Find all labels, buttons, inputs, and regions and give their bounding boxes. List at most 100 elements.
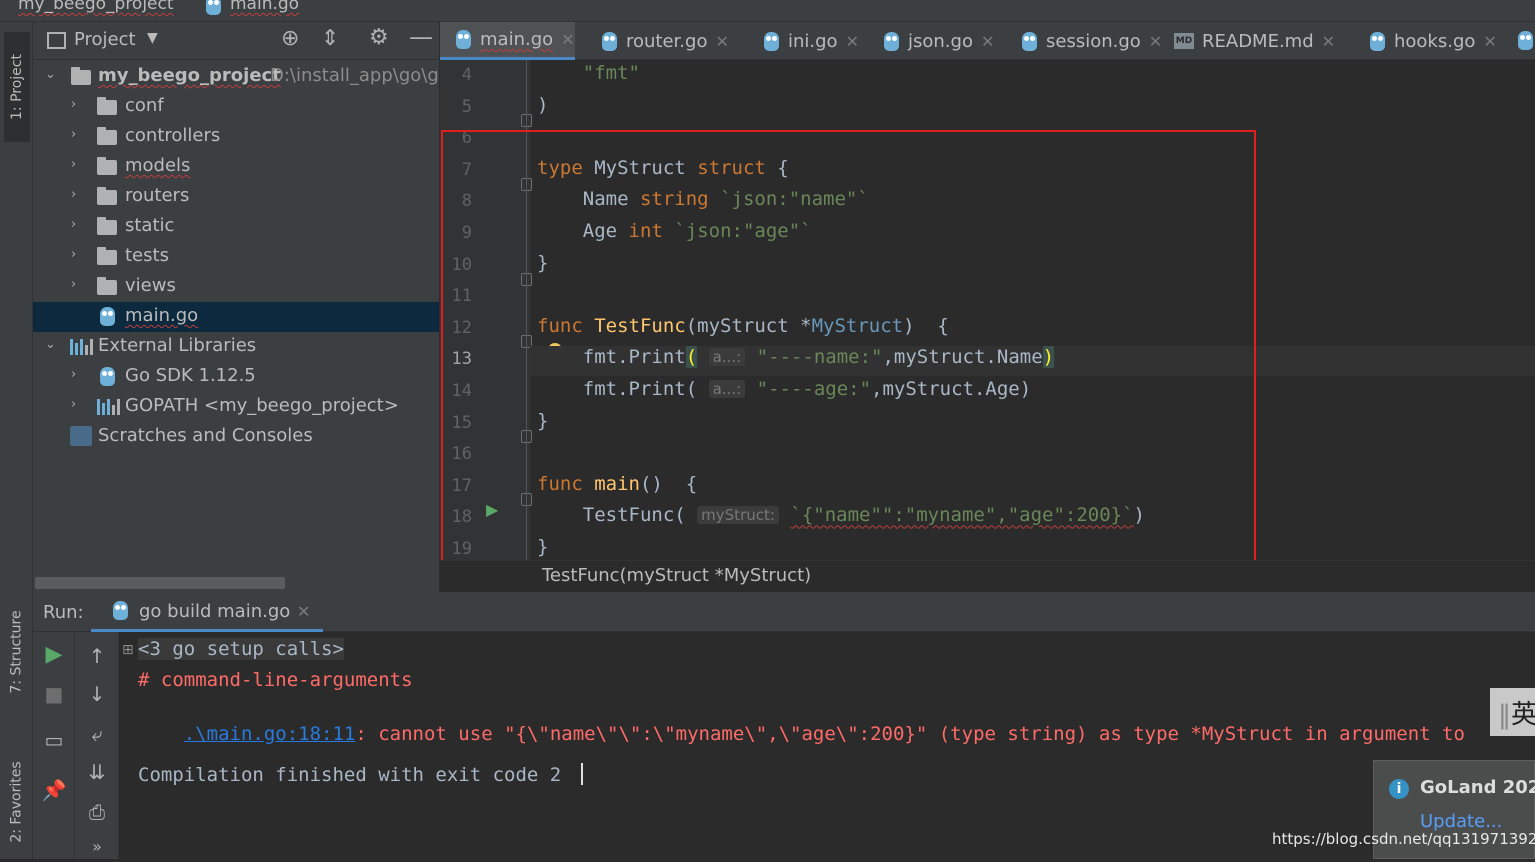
tab-main-go[interactable]: main.go ✕ bbox=[440, 22, 575, 60]
tab-label: router.go bbox=[626, 30, 708, 52]
gopher-icon[interactable] bbox=[1518, 31, 1533, 50]
close-icon[interactable]: ✕ bbox=[1322, 32, 1335, 51]
editor-tab-bar: main.go ✕ router.go ✕ ini.go ✕ json.go ✕ session… bbox=[440, 22, 1535, 60]
tab-hooks-go[interactable]: hooks.go ✕ bbox=[1354, 22, 1497, 60]
run-panel: Run: go build main.go ✕ ▶ ■ ▭ 📌 ↑ ↓ ⤶ ⇊ … bbox=[33, 592, 1535, 859]
tab-router-go[interactable]: router.go ✕ bbox=[586, 22, 729, 60]
close-icon[interactable]: ✕ bbox=[715, 32, 728, 51]
error-message: : cannot use "{\"name\"\":\"myname\",\"a… bbox=[355, 723, 1465, 745]
tab-readme-md[interactable]: MD README.md ✕ bbox=[1158, 22, 1335, 60]
chevron-right-icon[interactable]: › bbox=[71, 187, 76, 202]
tree-folder-routers[interactable]: › routers bbox=[33, 182, 439, 212]
chevron-right-icon[interactable]: › bbox=[71, 217, 76, 232]
run-config-tab[interactable]: go build main.go ✕ bbox=[91, 592, 323, 632]
chevron-down-icon[interactable]: ⌄ bbox=[45, 67, 56, 82]
project-tool-tab[interactable]: 1: Project bbox=[4, 32, 30, 142]
run-toolbar-secondary: ↑ ↓ ⤶ ⇊ ⎙ » bbox=[75, 632, 119, 859]
chevron-right-icon[interactable]: › bbox=[71, 397, 76, 412]
gopher-icon bbox=[100, 367, 115, 386]
expand-icon[interactable]: ⊞ bbox=[122, 642, 134, 658]
favorites-tool-tab[interactable]: 2: Favorites bbox=[4, 742, 30, 862]
layout-icon[interactable]: ▭ bbox=[39, 728, 69, 752]
arrow-up-icon[interactable]: ↑ bbox=[82, 644, 112, 668]
update-link[interactable]: Update... bbox=[1420, 811, 1502, 832]
notification-title: GoLand 2021 bbox=[1420, 777, 1535, 798]
tree-scratches[interactable]: Scratches and Consoles bbox=[33, 422, 439, 452]
hide-panel-icon[interactable]: — bbox=[409, 23, 433, 51]
tree-folder-models[interactable]: › models bbox=[33, 152, 439, 182]
collapse-all-icon[interactable]: ⇕ bbox=[321, 26, 339, 51]
tree-folder-views[interactable]: › views bbox=[33, 272, 439, 302]
folder-icon bbox=[97, 157, 117, 175]
tree-gopath-label: GOPATH <my_beego_project> bbox=[125, 395, 399, 416]
close-icon[interactable]: ✕ bbox=[846, 32, 859, 51]
tree-gopath[interactable]: › GOPATH <my_beego_project> bbox=[33, 392, 439, 422]
code-line[interactable]: "fmt" bbox=[537, 62, 640, 92]
chevron-right-icon[interactable]: › bbox=[71, 127, 76, 142]
tab-json-go[interactable]: json.go ✕ bbox=[868, 22, 994, 60]
console-error-line: .\main.go:18:11: cannot use "{\"name\"\"… bbox=[138, 701, 1465, 767]
tab-ini-go[interactable]: ini.go ✕ bbox=[748, 22, 859, 60]
print-icon[interactable]: ⎙ bbox=[82, 800, 112, 824]
folder-icon bbox=[97, 127, 117, 145]
tree-go-sdk[interactable]: › Go SDK 1.12.5 bbox=[33, 362, 439, 392]
info-icon: i bbox=[1389, 779, 1409, 799]
ime-char: 英 bbox=[1511, 700, 1535, 730]
tree-file-main-go[interactable]: main.go bbox=[33, 302, 439, 332]
gear-icon[interactable]: ⚙ bbox=[369, 25, 389, 50]
arrow-down-icon[interactable]: ↓ bbox=[82, 682, 112, 706]
gopher-icon bbox=[764, 31, 788, 51]
close-icon[interactable]: ✕ bbox=[297, 602, 310, 621]
code-line[interactable]: ) bbox=[537, 94, 548, 124]
folder-icon bbox=[97, 277, 117, 295]
ime-indicator[interactable]: ‖英 bbox=[1490, 688, 1535, 736]
tab-label: session.go bbox=[1046, 30, 1141, 52]
console-setup-calls[interactable]: <3 go setup calls> bbox=[138, 638, 344, 660]
gopher-icon bbox=[456, 30, 480, 49]
locate-icon[interactable]: ⊕ bbox=[281, 26, 299, 51]
rerun-icon[interactable]: ▶ bbox=[39, 642, 69, 667]
soft-wrap-icon[interactable]: ⤶ bbox=[82, 722, 112, 746]
horizontal-scrollbar[interactable] bbox=[35, 577, 285, 589]
tree-scratches-label: Scratches and Consoles bbox=[98, 425, 313, 446]
tab-session-go[interactable]: session.go ✕ bbox=[1006, 22, 1162, 60]
error-location-link[interactable]: .\main.go:18:11 bbox=[184, 723, 356, 745]
tree-folder-controllers[interactable]: › controllers bbox=[33, 122, 439, 152]
close-icon[interactable]: ✕ bbox=[561, 30, 574, 49]
breadcrumb-file[interactable]: main.go bbox=[230, 0, 299, 14]
breadcrumb-project[interactable]: my_beego_project bbox=[18, 0, 174, 14]
console-exit-message: Compilation finished with exit code 2 bbox=[138, 764, 562, 786]
close-icon[interactable]: ✕ bbox=[1483, 32, 1496, 51]
chevron-right-icon[interactable]: › bbox=[71, 367, 76, 382]
scratches-icon bbox=[70, 426, 92, 446]
tree-root-project[interactable]: ⌄ my_beego_project D:\install_app\go\go bbox=[33, 62, 439, 92]
gopher-icon bbox=[602, 31, 626, 51]
project-view-title[interactable]: Project bbox=[74, 29, 136, 50]
chevron-right-icon[interactable]: › bbox=[71, 277, 76, 292]
chevron-down-icon[interactable]: ⌄ bbox=[45, 337, 56, 352]
chevron-right-icon[interactable]: › bbox=[71, 157, 76, 172]
tree-folder-static[interactable]: › static bbox=[33, 212, 439, 242]
pin-icon[interactable]: 📌 bbox=[39, 778, 69, 802]
chevron-down-icon[interactable]: ▼ bbox=[147, 30, 158, 46]
tree-folder-label: routers bbox=[125, 185, 190, 206]
tree-file-label: main.go bbox=[125, 305, 199, 326]
project-view-icon bbox=[47, 32, 66, 49]
tree-folder-tests[interactable]: › tests bbox=[33, 242, 439, 272]
project-panel-header: Project ▼ ⊕ ⇕ ⚙ — bbox=[33, 22, 439, 60]
structure-tool-tab[interactable]: 7: Structure bbox=[4, 592, 30, 712]
function-breadcrumb[interactable]: TestFunc(myStruct *MyStruct) bbox=[542, 565, 811, 586]
tab-label: json.go bbox=[908, 30, 973, 52]
more-icon[interactable]: » bbox=[82, 837, 112, 856]
chevron-right-icon[interactable]: › bbox=[71, 97, 76, 112]
close-icon[interactable]: ✕ bbox=[981, 32, 994, 51]
tree-folder-label: views bbox=[125, 275, 176, 296]
scroll-to-end-icon[interactable]: ⇊ bbox=[82, 760, 112, 784]
tree-folder-label: conf bbox=[125, 95, 164, 116]
tree-folder-conf[interactable]: › conf bbox=[33, 92, 439, 122]
tab-label: main.go bbox=[480, 29, 554, 50]
tree-external-libraries[interactable]: ⌄ External Libraries bbox=[33, 332, 439, 362]
stop-icon[interactable]: ■ bbox=[39, 682, 69, 706]
chevron-right-icon[interactable]: › bbox=[71, 247, 76, 262]
tree-root-label: my_beego_project bbox=[98, 65, 281, 86]
